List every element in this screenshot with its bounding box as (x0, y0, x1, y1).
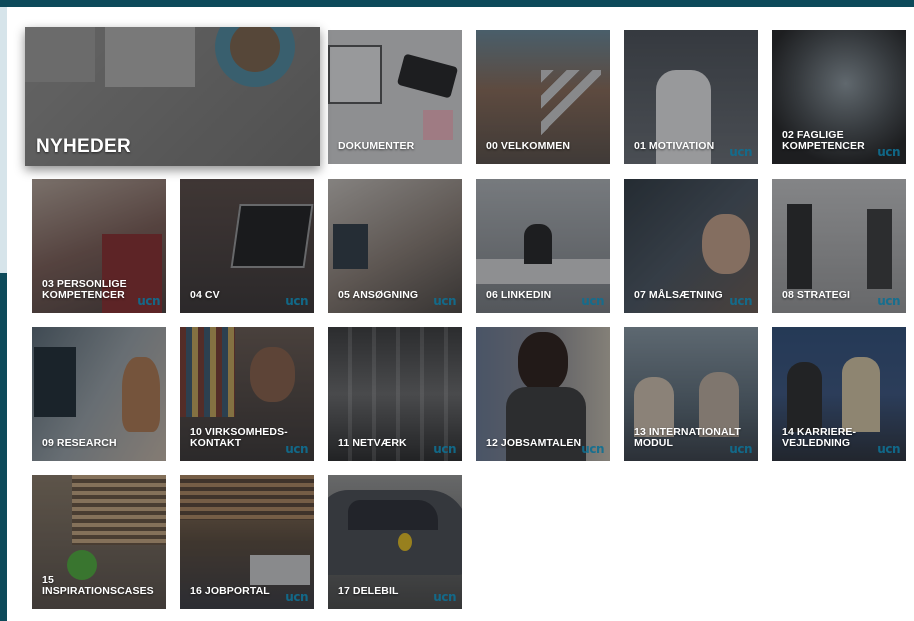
tile-08-strategi[interactable]: 08 STRATEGI ucn (772, 179, 906, 313)
tile-dokumenter[interactable]: DOKUMENTER (328, 30, 462, 164)
tile-16-jobportal[interactable]: 16 JOBPORTAL ucn (180, 475, 314, 609)
tile-03-personlige-kompetencer[interactable]: 03 PERSONLIGE KOMPETENCER ucn (32, 179, 166, 313)
tile-label: DOKUMENTER (338, 140, 415, 152)
tile-06-linkedin[interactable]: 06 LINKEDIN ucn (476, 179, 610, 313)
tile-label: 09 RESEARCH (42, 437, 117, 449)
tile-02-faglige-kompetencer[interactable]: 02 FAGLIGE KOMPETENCER ucn (772, 30, 906, 164)
ucn-logo: ucn (581, 442, 604, 456)
ucn-logo: ucn (285, 294, 308, 308)
ucn-logo: ucn (285, 590, 308, 604)
tile-09-research[interactable]: 09 RESEARCH (32, 327, 166, 461)
ucn-logo: ucn (877, 442, 900, 456)
ucn-logo: ucn (433, 590, 456, 604)
ucn-logo: ucn (285, 442, 308, 456)
tile-14-karrierevejledning[interactable]: 14 KARRIERE- VEJLEDNING ucn (772, 327, 906, 461)
tile-05-ansogning[interactable]: 05 ANSØGNING ucn (328, 179, 462, 313)
ucn-logo: ucn (433, 294, 456, 308)
tile-13-internationalt-modul[interactable]: 13 INTERNATIONALT MODUL ucn (624, 327, 758, 461)
ucn-logo: ucn (729, 145, 752, 159)
tile-label: 00 VELKOMMEN (486, 140, 571, 152)
tile-grid: NYHEDER DOKUMENTER 00 VELKOMMEN 01 MOTIV… (0, 0, 914, 621)
tile-17-delebil[interactable]: 17 DELEBIL ucn (328, 475, 462, 609)
ucn-logo: ucn (877, 294, 900, 308)
tile-nyheder[interactable]: NYHEDER (25, 27, 320, 166)
ucn-logo: ucn (877, 145, 900, 159)
tile-01-motivation[interactable]: 01 MOTIVATION ucn (624, 30, 758, 164)
ucn-logo: ucn (581, 294, 604, 308)
ucn-logo: ucn (729, 294, 752, 308)
tile-label: NYHEDER (36, 136, 132, 157)
ucn-logo: ucn (433, 442, 456, 456)
ucn-logo: ucn (137, 294, 160, 308)
tile-04-cv[interactable]: 04 CV ucn (180, 179, 314, 313)
tile-10-virksomhedskontakt[interactable]: 10 VIRKSOMHEDS- KONTAKT ucn (180, 327, 314, 461)
tile-label: 15 INSPIRATIONSCASES (42, 574, 154, 597)
tile-11-netvaerk[interactable]: 11 NETVÆRK ucn (328, 327, 462, 461)
tile-07-malsaetning[interactable]: 07 MÅLSÆTNING ucn (624, 179, 758, 313)
tile-12-jobsamtalen[interactable]: 12 JOBSAMTALEN ucn (476, 327, 610, 461)
tile-15-inspirationscases[interactable]: 15 INSPIRATIONSCASES (32, 475, 166, 609)
tile-00-velkommen[interactable]: 00 VELKOMMEN (476, 30, 610, 164)
ucn-logo: ucn (729, 442, 752, 456)
